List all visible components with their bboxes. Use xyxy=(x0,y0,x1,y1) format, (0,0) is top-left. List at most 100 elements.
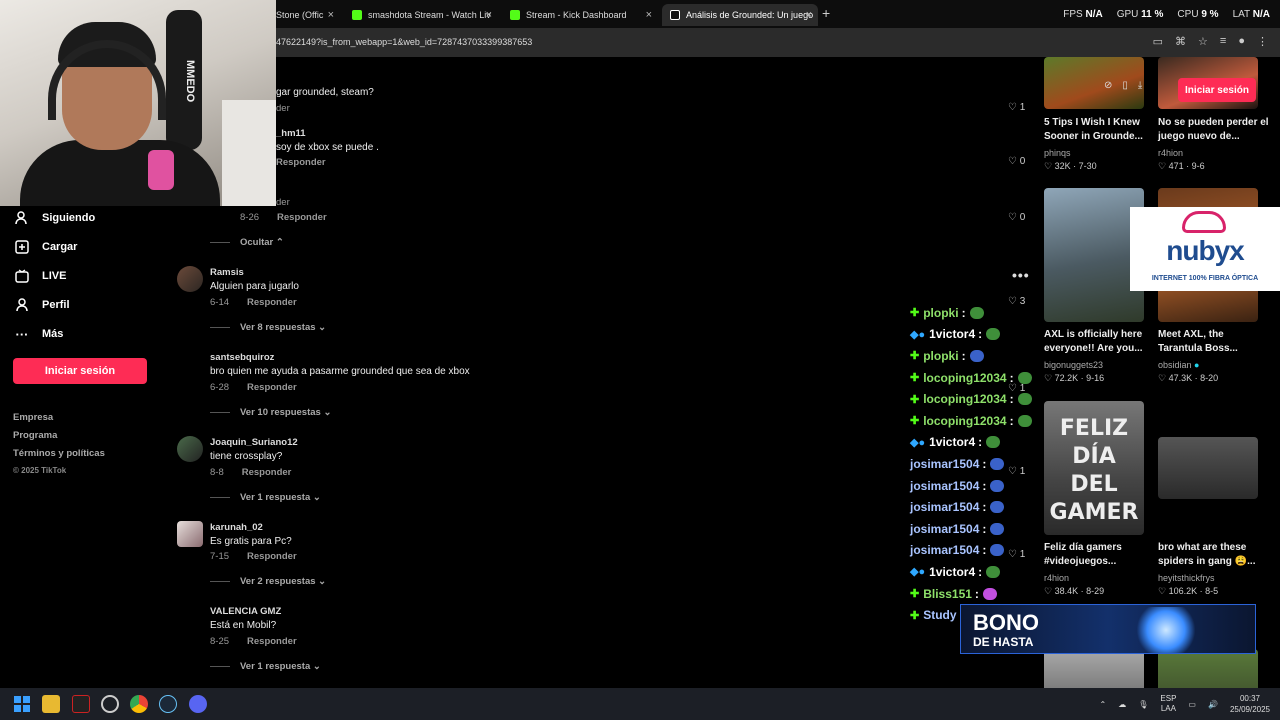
lightning-graphic xyxy=(1131,607,1201,653)
video-title[interactable]: 5 Tips I Wish I Knew Sooner in Grounde..… xyxy=(1044,116,1156,144)
bookmark-star-icon[interactable]: ☆ xyxy=(1198,35,1208,48)
comment-username[interactable]: VALENCIA GMZ xyxy=(210,606,281,617)
chat-username[interactable]: 1victor4 xyxy=(929,327,975,341)
close-icon[interactable]: × xyxy=(328,9,334,21)
tab-stone[interactable]: Stone (Offic × xyxy=(268,4,340,26)
chevron-up-icon[interactable]: ⌃ xyxy=(1100,700,1107,709)
video-title[interactable]: No se pueden perder el juego nuevo de... xyxy=(1158,116,1270,144)
tab-kick-dashboard[interactable]: Stream - Kick Dashboard × xyxy=(502,4,658,26)
chat-username[interactable]: Bliss151 xyxy=(923,587,972,601)
chat-username[interactable]: josimar1504 xyxy=(910,479,979,493)
video-thumbnail[interactable] xyxy=(1158,437,1258,499)
avatar[interactable] xyxy=(177,521,203,547)
comment-username[interactable]: Ramsis xyxy=(210,267,244,278)
translate-icon[interactable]: ⌘ xyxy=(1175,35,1186,48)
clock[interactable]: 00:37 25/09/2025 xyxy=(1230,693,1270,715)
like-count[interactable]: ♡ 1 xyxy=(1008,102,1025,113)
cast-icon[interactable]: ▭ xyxy=(1153,35,1163,48)
reply-link[interactable]: Responder xyxy=(247,636,297,647)
comment-username[interactable]: Joaquin_Suriano12 xyxy=(210,437,298,448)
video-title[interactable]: bro what are these spiders in gang 😩... xyxy=(1158,541,1270,569)
close-icon[interactable]: × xyxy=(806,9,812,21)
menu-kebab-icon[interactable]: ⋮ xyxy=(1257,35,1268,48)
hide-replies-button[interactable]: Ocultar ⌃ xyxy=(210,237,284,248)
app-x-icon[interactable] xyxy=(72,695,90,713)
chrome-icon[interactable] xyxy=(130,695,148,713)
chat-username[interactable]: josimar1504 xyxy=(910,522,979,536)
new-tab-button[interactable]: + xyxy=(822,5,830,21)
volume-icon[interactable]: 🔊 xyxy=(1208,700,1218,709)
video-title[interactable]: AXL is officially here everyone!! Are yo… xyxy=(1044,328,1156,356)
windows-start-icon[interactable] xyxy=(13,695,31,713)
microphone-icon[interactable]: 🎙 xyxy=(1138,700,1148,709)
view-replies-button[interactable]: Ver 1 respuesta ⌄ xyxy=(210,661,321,672)
video-thumbnail[interactable] xyxy=(1158,649,1258,688)
view-replies-button[interactable]: Ver 1 respuesta ⌄ xyxy=(210,492,321,503)
close-icon[interactable]: × xyxy=(646,9,652,21)
video-thumbnail[interactable]: FELIZ DÍA DEL GAMER xyxy=(1044,401,1144,535)
avatar[interactable] xyxy=(177,266,203,292)
like-count[interactable]: ♡ 0 xyxy=(1008,156,1025,167)
chat-username[interactable]: locoping12034 xyxy=(923,414,1006,428)
video-thumbnail[interactable] xyxy=(1044,649,1144,688)
download-icon[interactable]: ⤓ xyxy=(1138,80,1142,91)
chat-username[interactable]: Study xyxy=(923,608,956,622)
obs-icon[interactable] xyxy=(101,695,119,713)
url-text[interactable]: 47622149?is_from_webapp=1&web_id=7287437… xyxy=(276,37,532,47)
cloud-icon[interactable]: ☁ xyxy=(1118,700,1126,709)
chat-username[interactable]: 1victor4 xyxy=(929,435,975,449)
chat-username[interactable]: plopki xyxy=(923,349,958,363)
chat-username[interactable]: josimar1504 xyxy=(910,457,979,471)
view-replies-button[interactable]: Ver 8 respuestas ⌄ xyxy=(210,322,326,333)
video-author[interactable]: bigonuggets23 xyxy=(1044,360,1103,370)
chat-username[interactable]: 1victor4 xyxy=(929,565,975,579)
reply-link[interactable]: Responder xyxy=(277,212,327,223)
media-icon[interactable]: ≡ xyxy=(1220,35,1226,48)
link-icon[interactable]: ⊘ xyxy=(1104,80,1112,91)
close-icon[interactable]: × xyxy=(486,9,492,21)
comment-username[interactable]: santsebquiroz xyxy=(210,352,274,363)
emote-icon xyxy=(990,501,1005,514)
network-icon[interactable]: ▭ xyxy=(1188,700,1196,709)
comment-username[interactable]: karunah_02 xyxy=(210,522,263,533)
chat-username[interactable]: josimar1504 xyxy=(910,500,979,514)
chat-username[interactable]: locoping12034 xyxy=(923,392,1006,406)
profile-avatar-icon[interactable]: ● xyxy=(1238,35,1245,48)
video-title[interactable]: Meet AXL, the Tarantula Boss... xyxy=(1158,328,1270,356)
video-stats: ♡ 38.4K · 8-29 xyxy=(1044,586,1105,596)
video-author[interactable]: obsidian ● xyxy=(1158,360,1199,370)
reply-link[interactable]: Responder xyxy=(247,551,297,562)
bonus-banner: BONO DE HASTA xyxy=(960,604,1256,654)
file-explorer-icon[interactable] xyxy=(42,695,60,713)
video-author[interactable]: r4hion xyxy=(1044,573,1069,583)
tab-tiktok-active[interactable]: Análisis de Grounded: Un juego × xyxy=(662,4,818,26)
tab-smashdota[interactable]: smashdota Stream - Watch Liv × xyxy=(344,4,498,26)
video-author[interactable]: heyitsthickfrys xyxy=(1158,573,1215,583)
chat-username[interactable]: plopki xyxy=(923,306,958,320)
video-thumbnail[interactable] xyxy=(1044,188,1144,322)
device-icon[interactable]: ▯ xyxy=(1122,80,1128,91)
chat-username[interactable]: locoping12034 xyxy=(923,371,1006,385)
header-login-button[interactable]: Iniciar sesión xyxy=(1178,78,1256,102)
video-author[interactable]: phinqs xyxy=(1044,148,1071,158)
chat-username[interactable]: josimar1504 xyxy=(910,543,979,557)
view-replies-button[interactable]: Ver 10 respuestas ⌄ xyxy=(210,407,331,418)
comment-username[interactable]: _hm11 xyxy=(276,128,306,139)
chat-message: josimar1504: xyxy=(910,453,1045,475)
chat-message: josimar1504: xyxy=(910,518,1045,540)
video-stats: ♡ 471 · 9-6 xyxy=(1158,161,1205,171)
video-title[interactable]: Feliz día gamers #videojuegos... xyxy=(1044,541,1156,569)
steam-icon[interactable] xyxy=(159,695,177,713)
video-author[interactable]: r4hion xyxy=(1158,148,1183,158)
reply-link[interactable]: Responder xyxy=(276,157,326,168)
view-replies-button[interactable]: Ver 2 respuestas ⌄ xyxy=(210,576,326,587)
avatar[interactable] xyxy=(177,436,203,462)
emote-icon xyxy=(1017,393,1032,406)
like-count[interactable]: ♡ 0 xyxy=(1008,212,1025,223)
comment-options-icon[interactable]: ••• xyxy=(1012,267,1030,283)
reply-link[interactable]: Responder xyxy=(247,382,297,393)
reply-link[interactable]: Responder xyxy=(247,297,297,308)
discord-icon[interactable] xyxy=(189,695,207,713)
language-indicator[interactable]: ESP LAA xyxy=(1160,694,1176,714)
reply-link[interactable]: Responder xyxy=(242,467,292,478)
